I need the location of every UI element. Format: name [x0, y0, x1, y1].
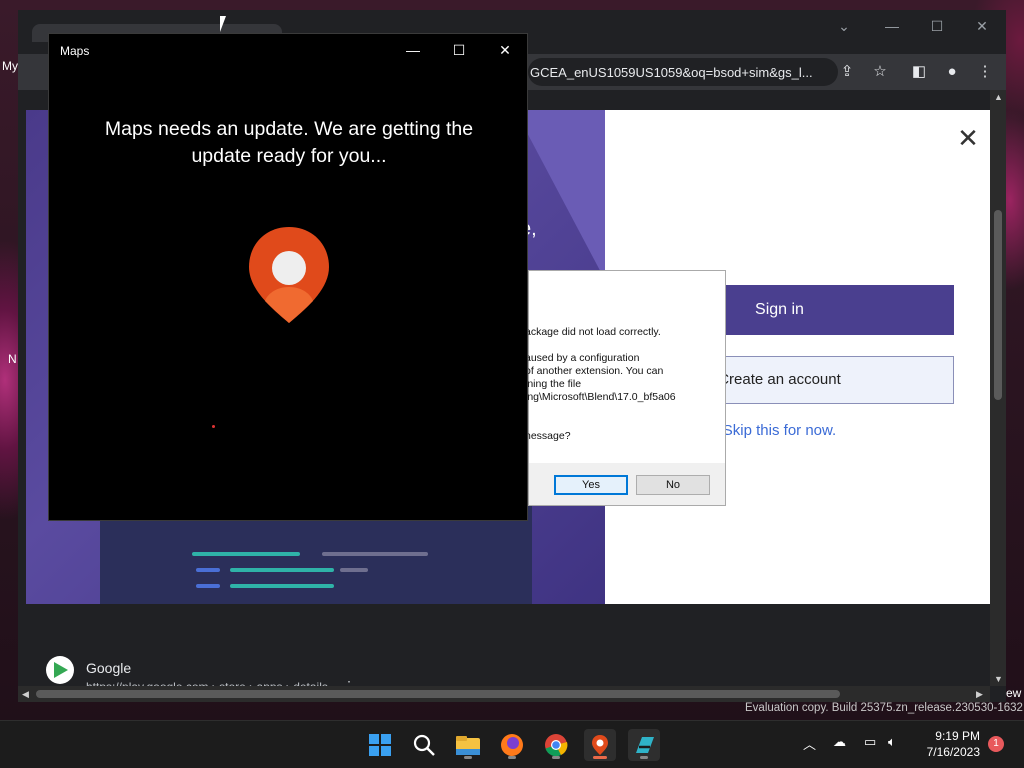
search-icon[interactable]: [408, 729, 440, 761]
star-icon[interactable]: ☆: [867, 59, 893, 85]
code-line: [196, 584, 220, 588]
code-line: [230, 584, 334, 588]
google-play-icon: [46, 656, 74, 684]
code-line: [192, 552, 300, 556]
dialog-text-line: ining the file: [525, 378, 582, 390]
windows-start-icon[interactable]: [364, 729, 396, 761]
window-title: Maps: [60, 44, 90, 58]
scrollbar-thumb[interactable]: [36, 690, 840, 698]
promo-decoration: [515, 110, 605, 280]
close-icon[interactable]: ✕: [956, 125, 980, 151]
loading-indicator: [212, 425, 215, 428]
blend-icon[interactable]: [628, 729, 660, 761]
dialog-text-line: aused by a configuration: [525, 352, 640, 364]
dialog-body: ackage did not load correctly. aused by …: [525, 301, 725, 463]
maps-pin-icon: [249, 227, 329, 323]
error-dialog: ackage did not load correctly. aused by …: [525, 270, 726, 506]
close-icon[interactable]: ✕: [970, 16, 994, 36]
close-icon[interactable]: ✕: [494, 40, 516, 60]
app-running-indicator: [508, 756, 516, 759]
profile-icon[interactable]: ●: [939, 59, 965, 85]
taskbar-clock[interactable]: 9:19 PM 7/16/2023: [916, 728, 980, 760]
file-explorer-icon[interactable]: [452, 729, 484, 761]
maximize-icon[interactable]: ☐: [448, 40, 470, 60]
update-message: Maps needs an update. We are getting the…: [104, 118, 474, 167]
cloud-offline-icon[interactable]: ☁: [833, 734, 846, 750]
clock-date: 7/16/2023: [926, 745, 980, 759]
minimize-icon[interactable]: —: [402, 40, 424, 60]
app-running-indicator: [464, 756, 472, 759]
code-line: [230, 568, 334, 572]
sidebar-icon[interactable]: ◧: [906, 59, 932, 85]
maps-icon[interactable]: [584, 729, 616, 761]
tab-search-icon[interactable]: ⌄: [832, 16, 856, 36]
clock-time: 9:19 PM: [935, 729, 980, 743]
horizontal-scrollbar[interactable]: ◀ ▶: [18, 686, 990, 702]
dialog-text-line: of another extension. You can: [525, 365, 664, 377]
share-icon[interactable]: ⇪: [834, 59, 860, 85]
firefox-icon[interactable]: [496, 729, 528, 761]
desktop-label-n: N: [8, 352, 17, 366]
network-icon[interactable]: ▭: [864, 734, 876, 750]
result-title[interactable]: Google: [86, 660, 131, 676]
mouse-cursor-icon: [220, 16, 226, 32]
url-text: GCEA_enUS1059US1059&oq=bsod+sim&gs_l...: [530, 65, 813, 80]
app-running-indicator: [552, 756, 560, 759]
app-active-indicator: [593, 756, 607, 759]
notification-badge[interactable]: 1: [988, 736, 1004, 752]
code-line: [322, 552, 428, 556]
dialog-text-line: ackage did not load correctly.: [525, 326, 661, 338]
desktop-label-ew: ew: [1006, 686, 1022, 700]
yes-button[interactable]: Yes: [554, 475, 628, 495]
dialog-titlebar: [529, 271, 725, 301]
no-button[interactable]: No: [636, 475, 710, 495]
code-line: [340, 568, 368, 572]
volume-icon[interactable]: 🔈︎: [888, 734, 896, 750]
desktop-label-my: My: [2, 59, 18, 73]
address-bar[interactable]: GCEA_enUS1059US1059&oq=bsod+sim&gs_l...: [528, 58, 838, 86]
dialog-text-line: nessage?: [525, 430, 571, 442]
chevron-up-icon[interactable]: ︿: [803, 734, 816, 753]
build-watermark: Evaluation copy. Build 25375.zn_release.…: [745, 702, 1023, 714]
scrollbar-thumb[interactable]: [994, 210, 1002, 400]
app-running-indicator: [640, 756, 648, 759]
chrome-icon[interactable]: [540, 729, 572, 761]
maximize-icon[interactable]: ☐: [925, 16, 949, 36]
minimize-icon[interactable]: —: [880, 16, 904, 36]
code-line: [196, 568, 220, 572]
dialog-text-line: ing\Microsoft\Blend\17.0_bf5a06: [525, 391, 676, 403]
vertical-scrollbar[interactable]: ▲ ▼: [990, 90, 1006, 686]
menu-icon[interactable]: ⋮: [972, 59, 998, 85]
maps-window: Maps — ☐ ✕ Maps needs an update. We are …: [48, 33, 528, 521]
